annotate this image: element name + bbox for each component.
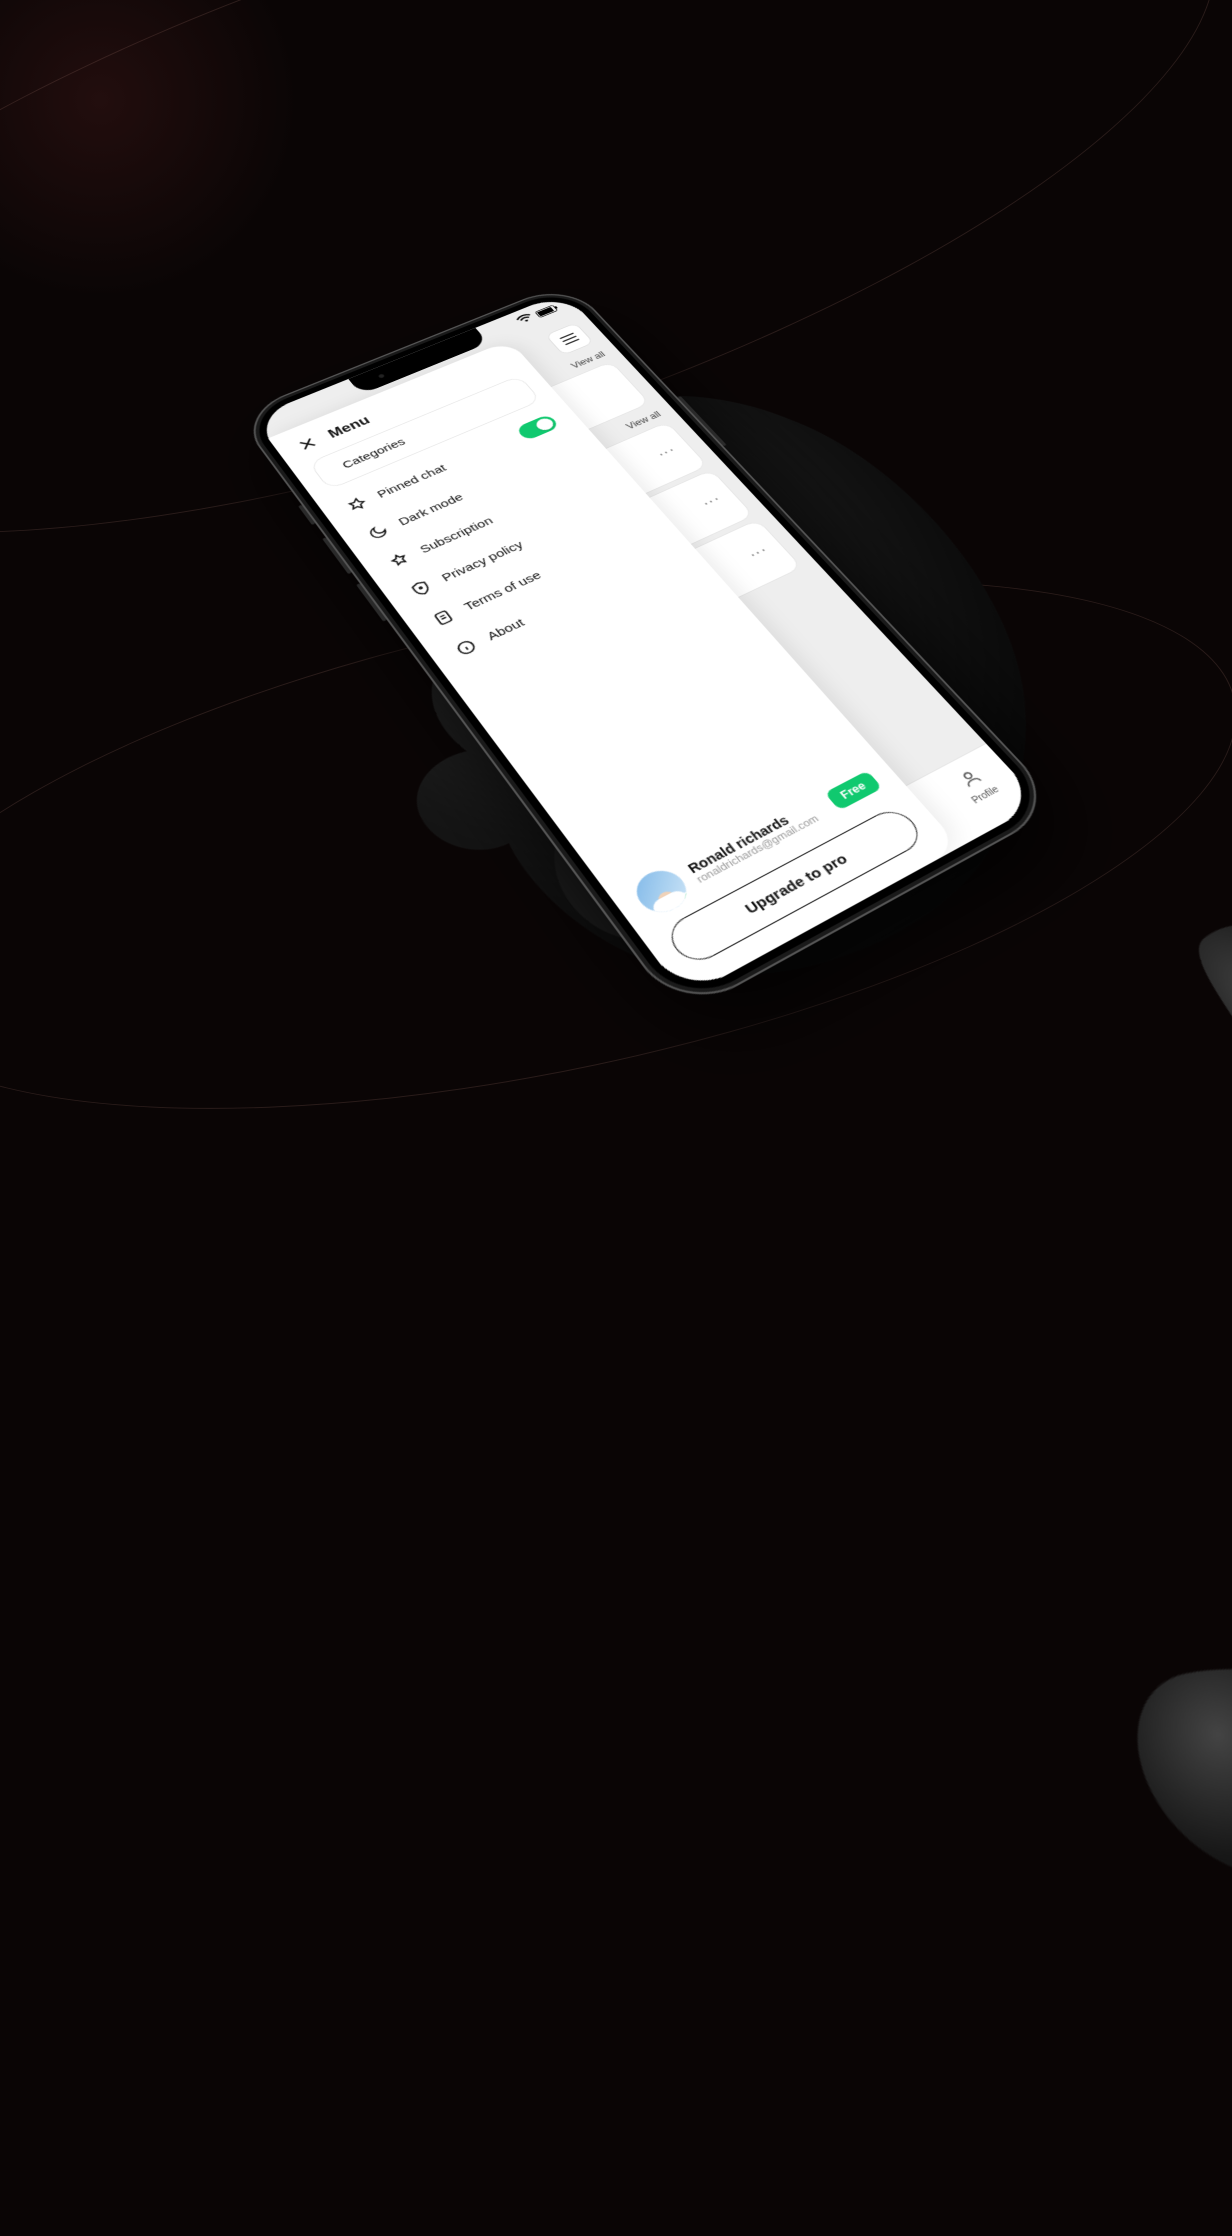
online-status-dot xyxy=(680,889,696,905)
moon-icon xyxy=(364,521,393,542)
drawer-title: Menu xyxy=(325,413,373,441)
grid-icon xyxy=(329,465,337,475)
info-icon xyxy=(451,636,482,660)
background-glow xyxy=(0,0,300,300)
nav-label: Profile xyxy=(970,785,1002,806)
phone-frame: View all Tra Eas View all A ⋮ ⋮ ⋮ xyxy=(235,281,1063,1017)
close-button[interactable] xyxy=(292,433,322,455)
side-button xyxy=(298,505,315,525)
avatar xyxy=(627,863,695,920)
pinned-chat-toggle[interactable] xyxy=(515,414,560,441)
doc-icon xyxy=(428,606,458,629)
more-icon[interactable]: ⋮ xyxy=(698,492,726,511)
shield-icon xyxy=(406,577,436,599)
upgrade-button[interactable]: Upgrade to pro xyxy=(661,804,928,968)
user-name: Ronald richards xyxy=(685,797,822,876)
bottom-nav: Profile xyxy=(634,743,1041,998)
star-icon xyxy=(385,549,414,571)
person-icon xyxy=(951,765,992,796)
user-email: ronaldrichards@gmail.com xyxy=(695,809,830,886)
more-icon[interactable]: ⋮ xyxy=(745,543,773,563)
home-indicator xyxy=(802,855,922,922)
user-card[interactable]: Ronald richards ronaldrichards@gmail.com… xyxy=(627,763,889,920)
plan-badge: Free xyxy=(824,771,882,811)
pin-icon xyxy=(343,494,372,515)
nav-item-profile[interactable]: Profile xyxy=(951,765,1001,807)
close-icon xyxy=(297,437,317,451)
